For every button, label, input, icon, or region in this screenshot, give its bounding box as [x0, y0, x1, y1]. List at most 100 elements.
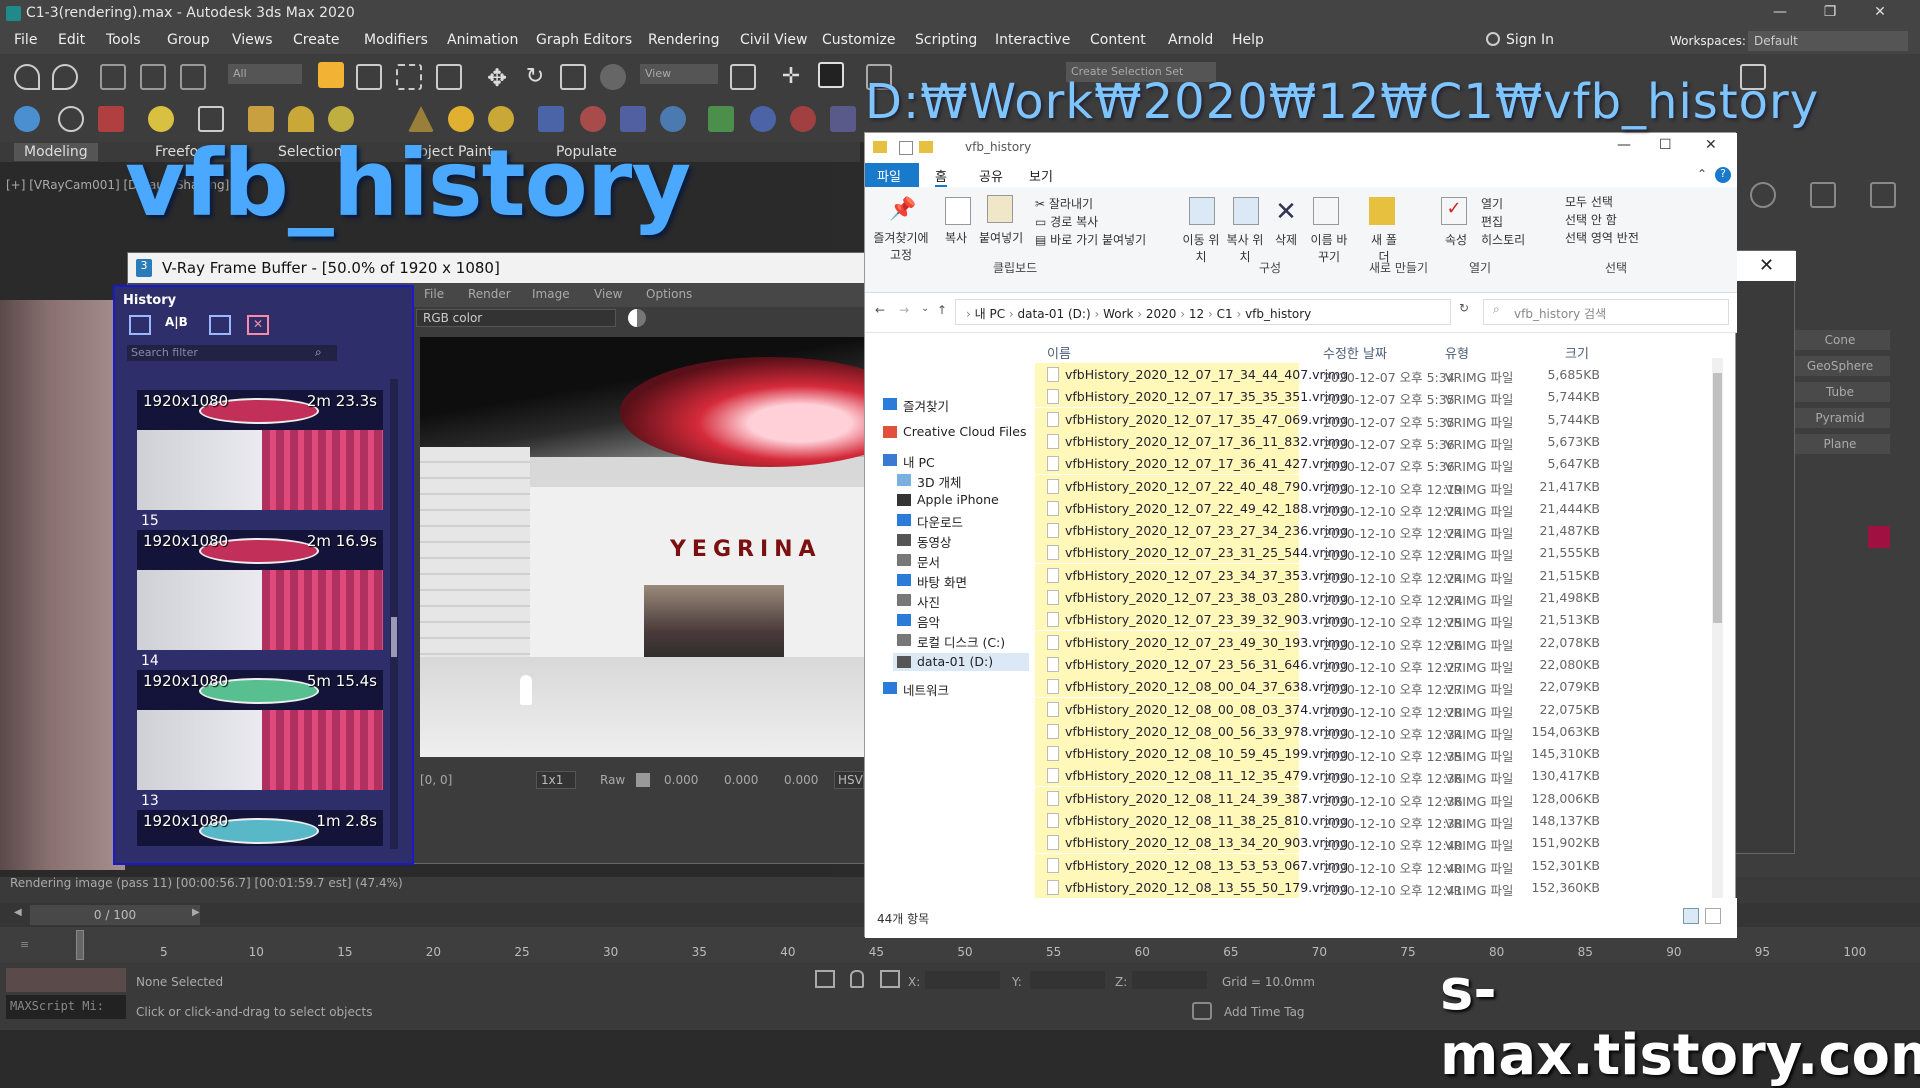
- menu-civil-view[interactable]: Civil View: [740, 32, 807, 48]
- history-ab-compare-icon[interactable]: A|B: [165, 315, 189, 335]
- z-coord-field[interactable]: [1132, 971, 1207, 989]
- breadcrumb-separator[interactable]: ›: [1133, 307, 1145, 321]
- tab-share[interactable]: 공유: [979, 166, 1003, 185]
- menu-animation[interactable]: Animation: [447, 32, 518, 48]
- history-button[interactable]: 히스토리: [1481, 231, 1525, 248]
- file-row[interactable]: vfbHistory_2020_12_08_11_38_25_810.vrimg…: [1035, 809, 1715, 831]
- prev-frame-icon[interactable]: ◀: [14, 907, 24, 921]
- explorer-minimize-icon[interactable]: —: [1617, 137, 1631, 153]
- breadcrumb-item[interactable]: vfb_history: [1245, 307, 1311, 321]
- window-crossing-icon[interactable]: [436, 64, 462, 90]
- nav-item[interactable]: 동영상: [893, 531, 1029, 550]
- vfb-menu-file[interactable]: File: [424, 287, 444, 301]
- cut-button[interactable]: ✂ 잘라내기: [1035, 195, 1093, 212]
- move-to-button[interactable]: 이동 위치: [1181, 231, 1221, 265]
- file-row[interactable]: vfbHistory_2020_12_07_17_35_35_351.vrimg…: [1035, 385, 1715, 408]
- render-setup-icon[interactable]: [198, 106, 224, 132]
- next-frame-icon[interactable]: ▶: [192, 907, 202, 921]
- menu-interactive[interactable]: Interactive: [995, 32, 1070, 48]
- file-row[interactable]: vfbHistory_2020_12_07_17_35_47_069.vrimg…: [1035, 407, 1715, 430]
- help-icon[interactable]: ?: [1715, 167, 1731, 183]
- back-icon[interactable]: ←: [875, 303, 885, 317]
- menu-edit[interactable]: Edit: [58, 32, 85, 48]
- vray-box-icon[interactable]: [248, 106, 274, 132]
- vray-globe-icon[interactable]: [660, 106, 686, 132]
- hsv-button[interactable]: HSV: [834, 771, 864, 789]
- undo-icon[interactable]: [14, 64, 40, 90]
- edit-button[interactable]: 편집: [1481, 213, 1503, 230]
- history-scrollbar[interactable]: [390, 379, 398, 849]
- nav-item[interactable]: 즐겨찾기: [879, 395, 1029, 414]
- light-icon[interactable]: [148, 106, 174, 132]
- tab-view[interactable]: 보기: [1029, 166, 1053, 185]
- frame-counter[interactable]: 0 / 100: [30, 905, 200, 925]
- cloud-icon[interactable]: [58, 106, 84, 132]
- nav-item[interactable]: 바탕 화면: [893, 571, 1029, 590]
- file-row[interactable]: vfbHistory_2020_12_07_22_49_42_188.vrimg…: [1035, 496, 1715, 519]
- breadcrumb-separator[interactable]: ›: [966, 307, 975, 321]
- color-wheel-icon[interactable]: [628, 309, 646, 327]
- pivot-icon[interactable]: [730, 64, 756, 90]
- nav-item[interactable]: data-01 (D:): [893, 653, 1029, 671]
- vray-ball-icon[interactable]: [750, 106, 776, 132]
- history-save-icon[interactable]: [129, 315, 151, 335]
- sign-in-button[interactable]: Sign In: [1506, 32, 1554, 48]
- vfb-menu-render[interactable]: Render: [468, 287, 511, 301]
- vray-plane-icon[interactable]: [620, 106, 646, 132]
- background-window-close-icon[interactable]: ✕: [1759, 255, 1774, 276]
- history-remove-icon[interactable]: ✕: [247, 315, 269, 335]
- file-row[interactable]: vfbHistory_2020_12_07_23_38_03_280.vrimg…: [1035, 586, 1715, 608]
- delete-button[interactable]: 삭제: [1275, 231, 1297, 248]
- pin-to-quick-access-button[interactable]: 즐겨찾기에 고정: [871, 229, 931, 263]
- redo-icon[interactable]: [52, 64, 78, 90]
- menu-views[interactable]: Views: [232, 32, 273, 48]
- history-scroll-thumb[interactable]: [391, 617, 397, 657]
- file-row[interactable]: vfbHistory_2020_12_08_11_12_35_479.vrimg…: [1035, 764, 1715, 787]
- geosphere-button[interactable]: GeoSphere: [1790, 356, 1890, 376]
- track-bar-icon[interactable]: ≡: [20, 938, 42, 952]
- file-row[interactable]: vfbHistory_2020_12_07_17_36_11_832.vrimg…: [1035, 429, 1715, 452]
- file-row[interactable]: vfbHistory_2020_12_07_23_34_37_353.vrimg…: [1035, 563, 1715, 586]
- reference-coord-dropdown[interactable]: View: [640, 64, 718, 84]
- up-icon[interactable]: ↑: [937, 303, 947, 317]
- close-icon[interactable]: ✕: [1860, 4, 1900, 24]
- workspaces-dropdown[interactable]: Default: [1748, 31, 1908, 51]
- file-row[interactable]: vfbHistory_2020_12_07_23_39_32_903.vrimg…: [1035, 608, 1715, 631]
- tab-file[interactable]: 파일: [865, 163, 919, 187]
- nav-item[interactable]: 사진: [893, 591, 1029, 610]
- history-thumbnail[interactable]: 1920x1080 1m 2.8s: [137, 810, 383, 846]
- copy-button[interactable]: 복사: [945, 229, 967, 246]
- scale-icon[interactable]: [560, 64, 586, 90]
- breadcrumb-item[interactable]: 2020: [1146, 307, 1177, 321]
- material-editor-icon[interactable]: [98, 106, 124, 132]
- mini-listener-pink[interactable]: [6, 968, 126, 992]
- tube-button[interactable]: Tube: [1790, 382, 1890, 402]
- file-row[interactable]: vfbHistory_2020_12_07_23_27_34_236.vrimg…: [1035, 519, 1715, 542]
- object-color-swatch[interactable]: [1868, 526, 1890, 548]
- zoom-dropdown[interactable]: 1x1: [536, 771, 576, 789]
- history-search-input[interactable]: Search filter: [127, 345, 337, 361]
- select-none-button[interactable]: 선택 안 함: [1565, 211, 1617, 228]
- properties-quick-icon[interactable]: [899, 141, 913, 155]
- pyramid-button[interactable]: Pyramid: [1790, 408, 1890, 428]
- recent-icon[interactable]: ⌄: [921, 303, 929, 314]
- vray-fur-icon[interactable]: [580, 106, 606, 132]
- forward-icon[interactable]: →: [899, 303, 909, 317]
- vray-dots-icon[interactable]: [790, 106, 816, 132]
- ribbon-tab-modeling[interactable]: Modeling: [14, 143, 98, 161]
- file-row[interactable]: vfbHistory_2020_12_07_22_40_48_790.vrimg…: [1035, 474, 1715, 497]
- breadcrumb-item[interactable]: Work: [1103, 307, 1133, 321]
- cone-button[interactable]: Cone: [1790, 330, 1890, 350]
- nav-item[interactable]: 네트워크: [879, 679, 1029, 698]
- breadcrumb-item[interactable]: C1: [1217, 307, 1233, 321]
- breadcrumb-separator[interactable]: ›: [1233, 307, 1245, 321]
- vray-sphere-icon[interactable]: [328, 106, 354, 132]
- file-row[interactable]: vfbHistory_2020_12_08_13_55_50_179.vrimg…: [1035, 875, 1715, 898]
- vray-dome-icon[interactable]: [288, 106, 314, 132]
- menu-tools[interactable]: Tools: [106, 32, 141, 48]
- unlink-icon[interactable]: [140, 64, 166, 90]
- maxscript-listener[interactable]: MAXScript Mi:: [6, 995, 126, 1019]
- breadcrumb-item[interactable]: 12: [1189, 307, 1204, 321]
- vray-sun-icon[interactable]: [448, 106, 474, 132]
- menu-customize[interactable]: Customize: [822, 32, 896, 48]
